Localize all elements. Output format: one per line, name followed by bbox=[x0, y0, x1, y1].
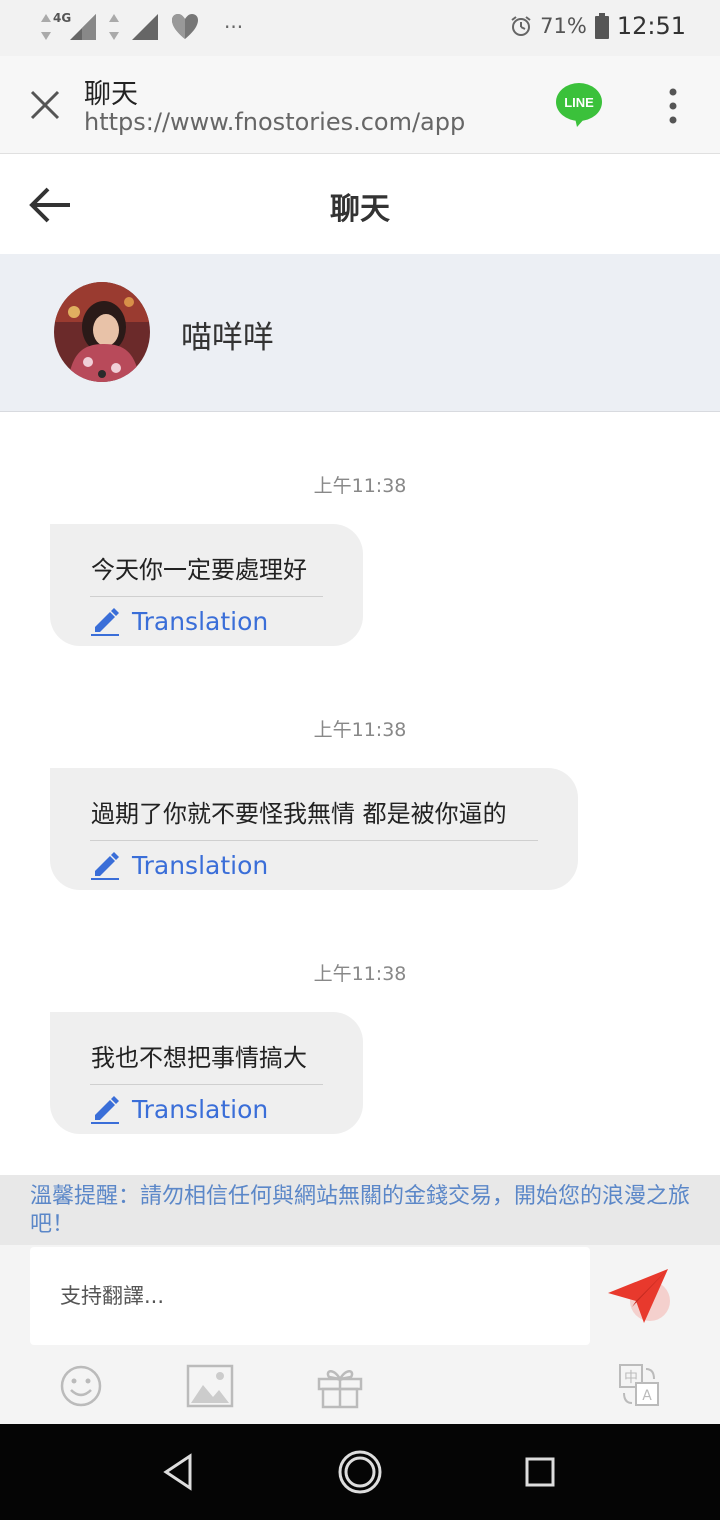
status-bar: 4G ··· 71% 12:51 bbox=[0, 0, 720, 56]
send-icon[interactable] bbox=[604, 1263, 672, 1327]
translate-icon[interactable]: 中 A bbox=[616, 1363, 666, 1409]
message-time: 上午11:38 bbox=[313, 719, 407, 741]
line-logo-text: LINE bbox=[564, 95, 594, 110]
browser-page-title: 聊天 bbox=[84, 79, 138, 110]
battery-icon bbox=[594, 13, 609, 39]
message-bubble[interactable]: 今天你一定要處理好 Translation bbox=[50, 524, 363, 646]
svg-text:A: A bbox=[642, 1388, 652, 1404]
image-icon[interactable] bbox=[185, 1363, 235, 1409]
status-more-dots: ··· bbox=[224, 15, 244, 39]
contact-profile[interactable]: 喵咩咩 bbox=[0, 254, 720, 412]
status-right: 71% 12:51 bbox=[510, 12, 686, 40]
clock-time: 12:51 bbox=[616, 12, 686, 40]
app-header: 聊天 bbox=[0, 154, 720, 254]
translate-label: Translation bbox=[132, 850, 269, 880]
bubble-divider bbox=[90, 840, 538, 841]
message-bubble[interactable]: 過期了你就不要怪我無情 都是被你逼的 Translation bbox=[50, 768, 578, 890]
translate-button[interactable]: Translation bbox=[90, 606, 268, 636]
pencil-icon bbox=[91, 1096, 119, 1124]
message-text: 今天你一定要處理好 bbox=[91, 556, 307, 584]
more-vert-icon[interactable] bbox=[660, 86, 686, 126]
avatar[interactable] bbox=[54, 282, 150, 382]
heart-app-icon bbox=[172, 14, 198, 39]
line-share-icon[interactable]: LINE bbox=[555, 82, 603, 128]
status-left: 4G ··· bbox=[40, 12, 243, 42]
close-icon[interactable] bbox=[26, 86, 64, 124]
gift-icon[interactable] bbox=[315, 1363, 365, 1409]
browser-url[interactable]: https://www.fnostories.com/app bbox=[84, 108, 465, 136]
network-type: 4G bbox=[53, 11, 72, 25]
signal-icon-2 bbox=[132, 14, 158, 40]
data-arrows-icon-2 bbox=[109, 14, 119, 40]
contact-name: 喵咩咩 bbox=[181, 320, 274, 356]
bubble-divider bbox=[90, 1084, 323, 1085]
pencil-icon bbox=[91, 852, 119, 880]
translate-button[interactable]: Translation bbox=[90, 850, 268, 880]
data-arrows-icon bbox=[41, 14, 51, 40]
message-bubble[interactable]: 我也不想把事情搞大 Translation bbox=[50, 1012, 363, 1134]
system-nav-bar bbox=[0, 1424, 720, 1520]
pencil-icon bbox=[91, 608, 119, 636]
chat-list[interactable]: 上午11:38 今天你一定要處理好 Translation 上午11:38 過期… bbox=[0, 413, 720, 1175]
translate-button[interactable]: Translation bbox=[90, 1094, 268, 1124]
emoji-icon[interactable] bbox=[56, 1363, 106, 1409]
nav-back-icon[interactable] bbox=[156, 1448, 204, 1496]
signal-icon bbox=[70, 14, 96, 40]
avatar-photo bbox=[54, 282, 150, 382]
alarm-icon bbox=[511, 16, 531, 36]
nav-recents-icon[interactable] bbox=[516, 1448, 564, 1496]
message-time: 上午11:38 bbox=[313, 963, 407, 985]
translate-label: Translation bbox=[132, 1094, 269, 1124]
battery-percent: 71% bbox=[540, 14, 587, 38]
composer: 中 A bbox=[0, 1245, 720, 1424]
page-title: 聊天 bbox=[330, 192, 390, 227]
message-time: 上午11:38 bbox=[313, 475, 407, 497]
message-text: 我也不想把事情搞大 bbox=[91, 1044, 307, 1072]
nav-home-icon[interactable] bbox=[336, 1448, 384, 1496]
bubble-divider bbox=[90, 596, 323, 597]
translate-label: Translation bbox=[132, 606, 269, 636]
message-input[interactable] bbox=[30, 1247, 590, 1345]
safety-warning: 溫馨提醒：請勿相信任何與網站無關的金錢交易，開始您的浪漫之旅吧！ bbox=[0, 1175, 720, 1245]
message-text: 過期了你就不要怪我無情 都是被你逼的 bbox=[91, 800, 507, 828]
browser-toolbar: 聊天 https://www.fnostories.com/app LINE bbox=[0, 56, 720, 154]
